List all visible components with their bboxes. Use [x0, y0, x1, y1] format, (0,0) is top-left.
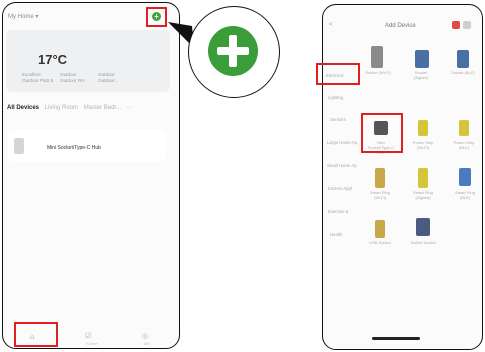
category-sensors[interactable]: Sensors: [330, 117, 346, 122]
scene-label: Scene: [86, 341, 98, 346]
category-large-home[interactable]: Large Home Ap.: [327, 140, 358, 145]
device-label-2: Socket (Zigbee): [413, 70, 429, 80]
device-image-8[interactable]: [418, 168, 428, 188]
highlight-category: [316, 63, 360, 85]
weather-label-1: Excellent: [22, 72, 41, 77]
temperature-value: 17°C: [38, 52, 68, 67]
home-selector[interactable]: My Home ▾: [8, 13, 38, 20]
weather-sublabel-2: Outdoor RH: [60, 78, 85, 83]
me-icon[interactable]: ◎: [142, 332, 148, 340]
highlight-add-button: [146, 7, 167, 27]
more-icon[interactable]: [463, 21, 471, 29]
device-image-2[interactable]: [415, 50, 429, 68]
room-tabs: All Devices Living Room Master Bedr... ·…: [7, 105, 133, 111]
device-image-5[interactable]: [418, 120, 428, 136]
socket-icon: [14, 138, 24, 154]
device-image-1[interactable]: [371, 46, 383, 68]
add-device-title: Add Device: [385, 23, 416, 29]
scan-icon[interactable]: [452, 21, 460, 29]
back-icon[interactable]: <: [329, 22, 333, 28]
highlight-home-tab: [14, 322, 58, 347]
home-indicator: [372, 337, 420, 340]
device-label-3: Socket (BLE): [451, 70, 475, 75]
weather-label-3: Outdoor: [98, 72, 115, 77]
device-image-3[interactable]: [457, 50, 469, 68]
device-name: Mini Socket/Type-C Hub: [47, 145, 101, 151]
device-image-9[interactable]: [459, 168, 471, 186]
device-label-9: Smart Plug (BLE): [455, 190, 475, 200]
tabs-more-icon[interactable]: ···: [127, 105, 133, 111]
category-kitchen[interactable]: Kitchen Appl.: [328, 186, 353, 191]
device-label-5: Power Strip (Wi-Fi): [412, 140, 434, 150]
tab-living-room[interactable]: Living Room: [45, 105, 78, 111]
scene-icon[interactable]: ☑: [85, 332, 91, 340]
device-image-11[interactable]: [416, 218, 430, 236]
tab-all-devices[interactable]: All Devices: [7, 105, 39, 111]
device-label-10: USB Socket: [369, 240, 391, 245]
tab-master-bedroom[interactable]: Master Bedr...: [84, 105, 121, 111]
category-lighting[interactable]: Lighting: [328, 95, 343, 100]
plus-icon-horizontal: [217, 47, 249, 55]
category-small-home[interactable]: Small Home Ap.: [327, 163, 358, 168]
device-image-7[interactable]: [375, 168, 385, 188]
device-label-1: Socket (Wi-Fi): [365, 70, 391, 75]
category-exercise[interactable]: Exercise &: [328, 209, 349, 214]
highlight-mini-socket: [361, 113, 403, 153]
device-image-10[interactable]: [375, 220, 385, 238]
device-label-6: Power Strip (BLE): [453, 140, 475, 150]
weather-sublabel-3: Outdoor...: [98, 78, 119, 83]
device-label-11: Switch Socket: [410, 240, 436, 245]
zoomed-add-button: [208, 26, 258, 76]
device-label-8: Smart Plug (Zigbee): [413, 190, 433, 200]
weather-label-2: Outdoor: [60, 72, 77, 77]
weather-sublabel-1: Outdoor PM2.5: [22, 78, 54, 83]
device-label-7: Smart Plug (Wi-Fi): [370, 190, 390, 200]
category-health[interactable]: Health: [330, 232, 342, 237]
device-image-6[interactable]: [459, 120, 469, 136]
me-label: Me: [144, 341, 150, 346]
